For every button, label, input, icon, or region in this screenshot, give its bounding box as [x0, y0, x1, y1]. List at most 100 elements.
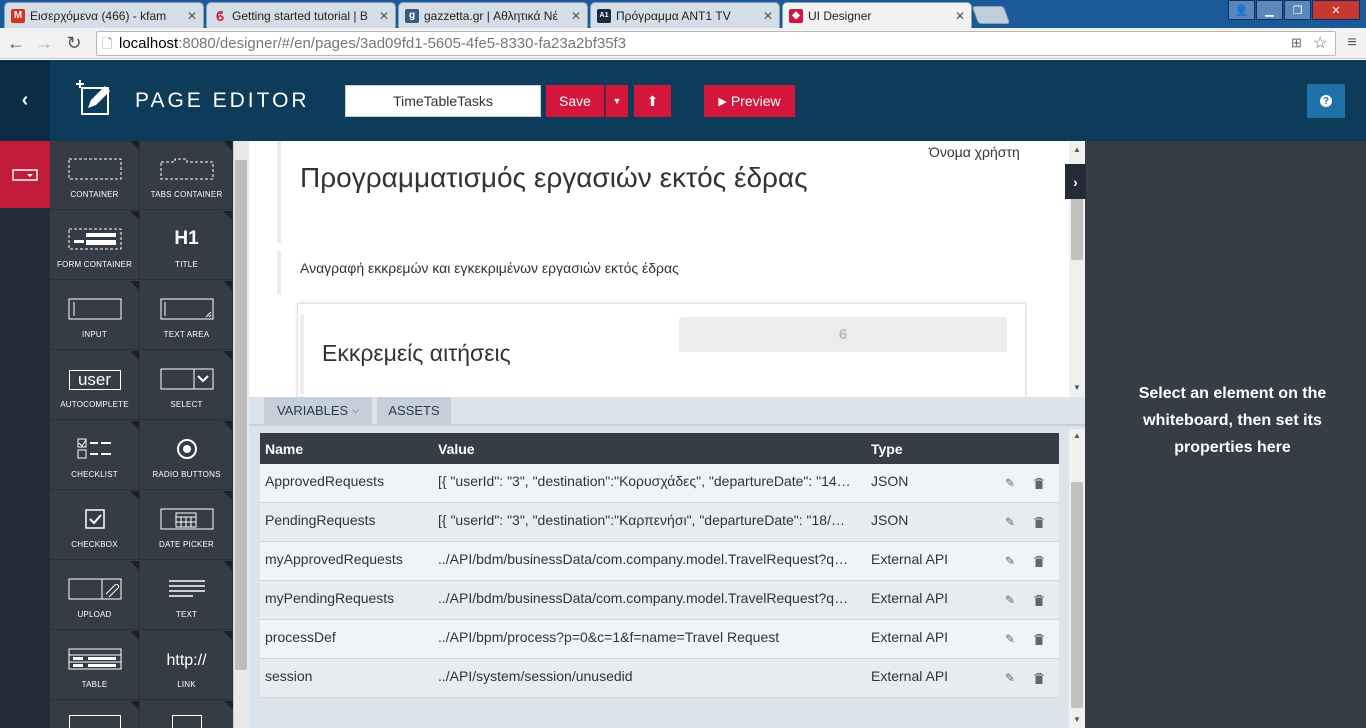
export-button[interactable]: ⬆ [634, 85, 671, 117]
scroll-up-icon[interactable]: ▲ [1073, 145, 1081, 154]
palette-item-radio-buttons[interactable]: RADIO BUTTONS [141, 421, 233, 490]
close-icon[interactable]: ✕ [763, 9, 773, 23]
palette-item-table[interactable]: TABLE [50, 631, 140, 700]
close-icon[interactable]: ✕ [187, 9, 197, 23]
delete-trash-icon[interactable] [1032, 671, 1046, 685]
checklist-icon [77, 438, 113, 460]
drag-corner [130, 701, 139, 710]
palette-item-partial[interactable] [141, 701, 233, 728]
palette-item-autocomplete[interactable]: user AUTOCOMPLETE [50, 351, 140, 420]
reload-icon[interactable]: ↻ [64, 33, 84, 53]
close-icon[interactable]: ✕ [379, 9, 389, 23]
back-arrow-icon[interactable]: ← [6, 33, 26, 53]
drag-corner [224, 701, 233, 710]
tab-label: Getting started tutorial | B [232, 8, 368, 23]
tab-variables[interactable]: VARIABLES ⌵ [264, 397, 372, 424]
maximize-icon[interactable]: ❐ [1284, 0, 1311, 20]
pending-count-badge[interactable]: 6 [679, 317, 1007, 352]
collapse-panel-chevron-icon[interactable]: › [1065, 164, 1086, 199]
variables-scrollbar-thumb[interactable] [1071, 482, 1083, 708]
palette-item-select[interactable]: SELECT [141, 351, 233, 420]
browser-tab-ui-designer[interactable]: ◆ UI Designer ✕ [782, 2, 972, 28]
table-row[interactable]: session ../API/system/session/unusedid Ext… [260, 659, 1059, 698]
scroll-up-icon[interactable]: ▲ [1073, 431, 1081, 440]
delete-trash-icon[interactable] [1032, 632, 1046, 646]
ant1-icon: A1 [597, 8, 611, 23]
browser-tab-ant1[interactable]: A1 Πρόγραμμα ΑΝΤ1 TV ✕ [590, 2, 780, 28]
close-icon[interactable]: ✕ [955, 9, 965, 23]
pending-container[interactable]: Εκκρεμείς αιτήσεις 6 [297, 303, 1026, 397]
preview-button[interactable]: ▶ Preview [704, 85, 795, 117]
bookmark-star-icon[interactable]: ☆ [1313, 33, 1327, 53]
drag-corner [130, 211, 139, 220]
palette-item-text[interactable]: TEXT [141, 561, 233, 630]
delete-trash-icon[interactable] [1032, 515, 1046, 529]
browser-tab-tutorial[interactable]: ϐ Getting started tutorial | B ✕ [206, 2, 396, 28]
edit-pencil-icon[interactable]: ✎ [1003, 593, 1017, 607]
translate-icon[interactable]: ⊞ [1291, 35, 1302, 51]
window-close-icon[interactable]: ✕ [1312, 0, 1360, 20]
browser-tab-gmail[interactable]: M Εισερχόμενα (466) - kfam ✕ [4, 2, 204, 28]
delete-trash-icon[interactable] [1032, 476, 1046, 490]
scroll-down-icon[interactable]: ▼ [1073, 715, 1081, 724]
table-row[interactable]: myPendingRequests ../API/bdm/businessData… [260, 581, 1059, 620]
palette-item-text-area[interactable]: TEXT AREA [141, 281, 233, 350]
tab-assets[interactable]: ASSETS [377, 397, 451, 424]
palette-item-upload[interactable]: UPLOAD [50, 561, 140, 630]
back-chevron-icon[interactable]: ‹ [0, 60, 50, 141]
widgets-rail-button[interactable] [0, 141, 50, 208]
minimize-icon[interactable]: ▁ [1256, 0, 1283, 20]
palette-item-date-picker[interactable]: DATE PICKER [141, 491, 233, 560]
edit-pencil-icon[interactable]: ✎ [1003, 476, 1017, 490]
new-tab-button[interactable] [971, 6, 1011, 24]
palette-item-title[interactable]: H1 TITLE [141, 211, 233, 280]
whiteboard-scrollbar-thumb[interactable] [1071, 198, 1083, 260]
variable-value: ../API/bdm/businessData/com.company.mode… [438, 551, 849, 567]
address-bar[interactable]: 🗋 localhost:8080/designer/#/en/pages/3ad… [96, 31, 1336, 56]
edit-pencil-icon[interactable]: ✎ [1003, 554, 1017, 568]
close-icon[interactable]: ✕ [571, 9, 581, 23]
forward-arrow-icon[interactable]: → [34, 33, 54, 53]
widgets-icon [12, 168, 38, 181]
help-button[interactable]: ? [1307, 84, 1345, 118]
left-rail [0, 141, 50, 728]
palette-item-partial[interactable] [50, 701, 140, 728]
palette-item-checklist[interactable]: CHECKLIST [50, 421, 140, 490]
table-row[interactable]: myApprovedRequests ../API/bdm/businessDat… [260, 542, 1059, 581]
upload-icon [68, 578, 122, 600]
pending-title[interactable]: Εκκρεμείς αιτήσεις [322, 340, 511, 367]
edit-pencil-icon[interactable]: ✎ [1003, 671, 1017, 685]
palette-item-link[interactable]: http:// LINK [141, 631, 233, 700]
profile-icon[interactable]: 👤 [1228, 0, 1255, 20]
browser-tab-gazzetta[interactable]: g gazzetta.gr | Αθλητικά Νέ ✕ [398, 2, 588, 28]
username-label[interactable]: Όνομα χρήστη [929, 144, 1020, 160]
palette-item-form-container[interactable]: FORM CONTAINER [50, 211, 140, 280]
save-button[interactable]: Save [546, 85, 604, 117]
scroll-down-icon[interactable]: ▼ [1073, 383, 1081, 392]
delete-trash-icon[interactable] [1032, 554, 1046, 568]
palette-item-label: AUTOCOMPLETE [60, 400, 129, 409]
palette-item-checkbox[interactable]: CHECKBOX [50, 491, 140, 560]
row-marker [277, 251, 281, 295]
palette-item-input[interactable]: INPUT [50, 281, 140, 350]
page-name-input[interactable] [345, 85, 541, 117]
page-heading[interactable]: Προγραμματισμός εργασιών εκτός έδρας [300, 161, 820, 195]
image-icon [172, 715, 202, 728]
table-row[interactable]: processDef ../API/bpm/process?p=0&c=1&f=n… [260, 620, 1059, 659]
column-header-name: Name [265, 440, 304, 457]
drag-corner [130, 141, 139, 150]
save-dropdown-caret-icon[interactable]: ▼ [605, 85, 628, 117]
menu-icon[interactable]: ≡ [1342, 33, 1362, 53]
palette-item-container[interactable]: CONTAINER [50, 141, 140, 210]
palette-item-tabs-container[interactable]: TABS CONTAINER [141, 141, 233, 210]
whiteboard[interactable]: Όνομα χρήστη Προγραμματισμός εργασιών εκ… [249, 141, 1085, 397]
table-row[interactable]: PendingRequests [{ "userId": "3", "destin… [260, 503, 1059, 542]
delete-trash-icon[interactable] [1032, 593, 1046, 607]
variable-value: ../API/bpm/process?p=0&c=1&f=name=Travel… [438, 629, 780, 645]
palette-scrollbar-thumb[interactable] [235, 160, 247, 670]
palette-item-label: TEXT [175, 610, 198, 619]
table-row[interactable]: ApprovedRequests [{ "userId": "3", "desti… [260, 464, 1059, 503]
page-subtitle[interactable]: Αναγραφή εκκρεμών και εγκεκριμένων εργασ… [300, 260, 679, 276]
edit-pencil-icon[interactable]: ✎ [1003, 515, 1017, 529]
edit-pencil-icon[interactable]: ✎ [1003, 632, 1017, 646]
